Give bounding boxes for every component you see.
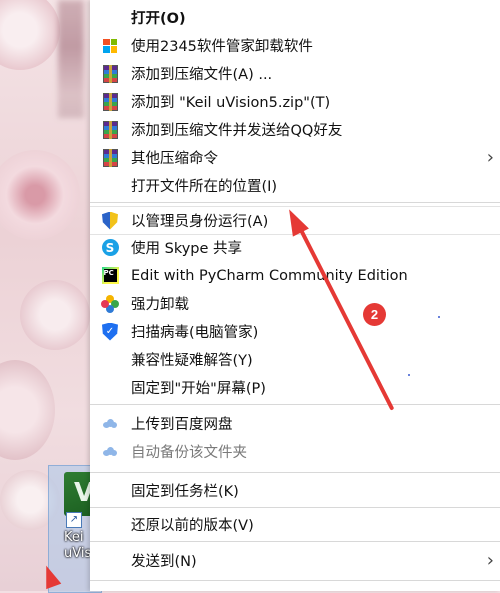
winrar-icon (101, 92, 119, 111)
menu-item-add-to-zip[interactable]: 添加到 "Keil uVision5.zip"(T) (90, 88, 500, 115)
menu-item-label: 发送到(N) (131, 554, 197, 570)
menu-item-edit-pycharm[interactable]: Edit with PyCharm Community Edition (90, 262, 500, 289)
menu-item-pin-to-start[interactable]: 固定到"开始"屏幕(P) (90, 374, 500, 401)
flower-icon (101, 294, 119, 313)
menu-item-label: 添加到压缩文件(A) ... (131, 67, 273, 83)
wallpaper-flower (0, 150, 80, 240)
menu-separator (90, 507, 500, 508)
baidu-cloud-icon (101, 443, 119, 461)
blurred-region (58, 0, 84, 118)
menu-item-compress-send-qq[interactable]: 添加到压缩文件并发送给QQ好友 (90, 116, 500, 143)
menu-separator (90, 580, 500, 581)
menu-item-label: 使用2345软件管家卸载软件 (131, 39, 313, 55)
menu-item-label: 其他压缩命令 (131, 151, 218, 167)
menu-item-label: 使用 Skype 共享 (131, 241, 243, 257)
menu-separator (90, 541, 500, 542)
wallpaper-flower (0, 0, 60, 70)
chevron-right-icon: › (486, 147, 494, 168)
menu-item-upload-baidu[interactable]: 上传到百度网盘 (90, 410, 500, 437)
pycharm-icon (101, 267, 119, 285)
menu-item-label: 添加到 "Keil uVision5.zip"(T) (131, 95, 331, 111)
stray-dot (408, 374, 410, 376)
menu-item-auto-backup: 自动备份该文件夹 (90, 438, 500, 465)
winrar-icon (101, 120, 119, 139)
menu-item-label: 扫描病毒(电脑管家) (131, 325, 259, 341)
menu-item-send-to[interactable]: 发送到(N) › (90, 547, 500, 574)
menu-item-open-file-location[interactable]: 打开文件所在的位置(I) (90, 172, 500, 199)
menu-item-other-compress[interactable]: 其他压缩命令 › (90, 144, 500, 171)
menu-item-label: 固定到任务栏(K) (131, 484, 239, 500)
menu-item-label: 还原以前的版本(V) (131, 518, 254, 534)
menu-item-label: 上传到百度网盘 (131, 417, 233, 433)
menu-item-virus-scan[interactable]: ✓ 扫描病毒(电脑管家) (90, 318, 500, 345)
wallpaper-flower (0, 360, 55, 460)
menu-separator (90, 202, 500, 203)
skype-icon: S (101, 239, 119, 257)
menu-separator (90, 404, 500, 405)
menu-item-label: 添加到压缩文件并发送给QQ好友 (131, 123, 343, 139)
chevron-right-icon: › (486, 550, 494, 571)
menu-item-label: Edit with PyCharm Community Edition (131, 267, 408, 284)
menu-item-restore-versions[interactable]: 还原以前的版本(V) (90, 511, 500, 538)
app-grid-icon (101, 37, 119, 55)
winrar-icon (101, 148, 119, 167)
context-menu: 打开(O) 使用2345软件管家卸载软件 添加到压缩文件(A) ... 添加到 … (90, 0, 500, 591)
menu-item-label: 自动备份该文件夹 (131, 445, 247, 461)
menu-item-label: 打开(O) (131, 11, 186, 27)
menu-separator (90, 472, 500, 473)
menu-item-label: 强力卸载 (131, 297, 189, 313)
step-number-badge: 2 (363, 303, 386, 326)
menu-item-share-skype[interactable]: S 使用 Skype 共享 (90, 234, 500, 261)
shield-check-icon: ✓ (101, 322, 119, 341)
menu-item-label: 打开文件所在的位置(I) (131, 179, 278, 195)
uac-shield-icon (101, 211, 119, 230)
menu-item-force-uninstall[interactable]: 强力卸载 (90, 290, 500, 317)
shortcut-arrow-icon: ↗ (66, 512, 82, 528)
stray-dot (438, 316, 440, 318)
menu-item-compat-troubleshoot[interactable]: 兼容性疑难解答(Y) (90, 346, 500, 373)
menu-item-label: 以管理员身份运行(A) (131, 214, 269, 230)
menu-item-pin-to-taskbar[interactable]: 固定到任务栏(K) (90, 477, 500, 504)
menu-item-open[interactable]: 打开(O) (90, 4, 500, 31)
menu-item-label: 兼容性疑难解答(Y) (131, 353, 253, 369)
winrar-icon (101, 64, 119, 83)
menu-item-2345-uninstall[interactable]: 使用2345软件管家卸载软件 (90, 32, 500, 59)
baidu-cloud-icon (101, 415, 119, 433)
wallpaper-flower (20, 280, 90, 350)
menu-item-add-to-archive[interactable]: 添加到压缩文件(A) ... (90, 60, 500, 87)
menu-item-label: 固定到"开始"屏幕(P) (131, 381, 266, 397)
